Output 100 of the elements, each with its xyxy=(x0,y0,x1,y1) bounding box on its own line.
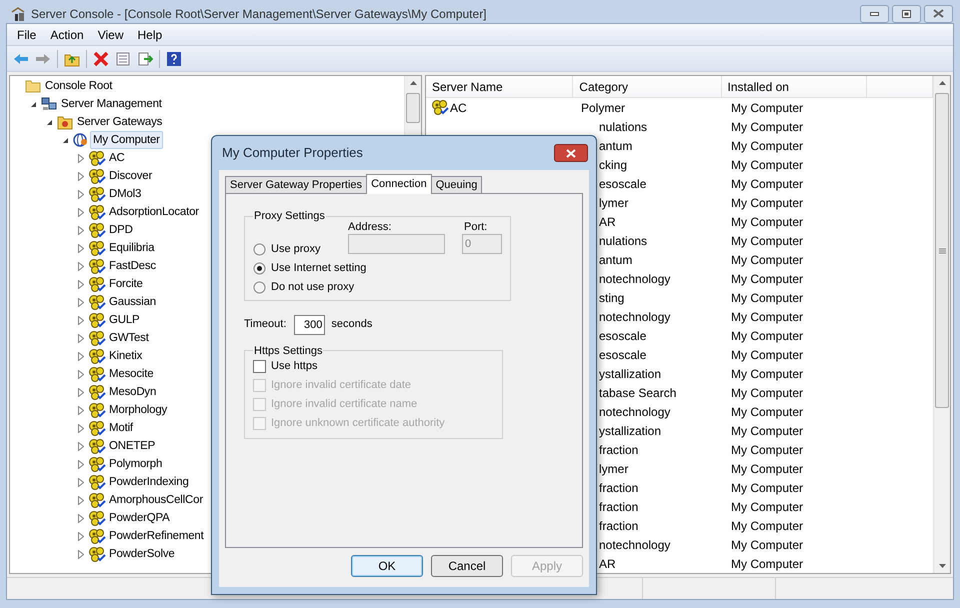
collapsed-arrow-icon[interactable] xyxy=(78,298,84,306)
tree-item[interactable]: AmorphousCellCor xyxy=(106,491,206,509)
back-icon[interactable] xyxy=(13,52,29,64)
tree-item[interactable]: DMol3 xyxy=(106,185,144,203)
dialog-title: My Computer Properties xyxy=(222,144,363,162)
table-cell: My Computer xyxy=(731,480,804,494)
tree-item[interactable]: PowderQPA xyxy=(106,509,173,527)
scrollbar-thumb[interactable] xyxy=(406,93,420,123)
menu-item[interactable]: Action xyxy=(44,26,90,44)
collapsed-arrow-icon[interactable] xyxy=(78,172,84,180)
tree-item[interactable]: MesoDyn xyxy=(106,383,160,401)
tree-item[interactable]: PowderRefinement xyxy=(106,527,207,545)
tree-item[interactable]: AdsorptionLocator xyxy=(106,203,202,221)
menu-item[interactable]: File xyxy=(11,26,42,44)
collapsed-arrow-icon[interactable] xyxy=(78,370,84,378)
close-button[interactable] xyxy=(924,4,953,22)
collapsed-arrow-icon[interactable] xyxy=(78,352,84,360)
scrollbar[interactable] xyxy=(933,76,950,573)
table-cell: sting xyxy=(599,290,624,304)
port-label: Port: xyxy=(464,220,488,234)
tree-item[interactable]: Morphology xyxy=(106,401,170,419)
radio-button[interactable] xyxy=(253,242,266,256)
close-button[interactable] xyxy=(554,144,588,162)
scroll-up-icon[interactable] xyxy=(938,81,946,85)
tree-item[interactable]: My Computer xyxy=(90,131,163,149)
collapsed-arrow-icon[interactable] xyxy=(78,316,84,324)
help-icon[interactable] xyxy=(166,50,182,66)
tree-item[interactable]: Gaussian xyxy=(106,293,159,311)
tree-item[interactable]: DPD xyxy=(106,221,136,239)
table-cell: AR xyxy=(599,214,616,228)
tree-item[interactable]: Server Management xyxy=(58,95,165,113)
tree-item[interactable]: Mesocite xyxy=(106,365,156,383)
group-title: Proxy Settings xyxy=(253,209,326,224)
tree-item[interactable]: PowderIndexing xyxy=(106,473,192,491)
tab[interactable]: Server Gateway Properties xyxy=(225,176,368,194)
menu-item[interactable]: Help xyxy=(132,26,168,44)
table-cell: lymer xyxy=(599,462,628,476)
tree-item[interactable]: Forcite xyxy=(106,275,146,293)
tree-item[interactable]: FastDesc xyxy=(106,257,159,275)
table-cell: notechnology xyxy=(599,538,670,552)
forward-icon[interactable] xyxy=(35,52,51,64)
tree-item[interactable]: Equilibria xyxy=(106,239,158,257)
collapsed-arrow-icon[interactable] xyxy=(78,154,84,162)
menu-item[interactable]: View xyxy=(92,26,130,44)
collapsed-arrow-icon[interactable] xyxy=(78,334,84,342)
radio-button[interactable] xyxy=(253,280,266,294)
tree-item[interactable]: Kinetix xyxy=(106,347,146,365)
collapsed-arrow-icon[interactable] xyxy=(78,478,84,486)
column-header[interactable]: Server Name xyxy=(426,76,574,97)
collapsed-arrow-icon[interactable] xyxy=(78,226,84,234)
table-cell: AR xyxy=(599,556,616,570)
tree-item[interactable]: GULP xyxy=(106,311,143,329)
collapsed-arrow-icon[interactable] xyxy=(78,388,84,396)
tree-item[interactable]: ONETEP xyxy=(106,437,158,455)
tree-item[interactable]: Motif xyxy=(106,419,136,437)
column-header[interactable]: Category xyxy=(573,76,722,97)
tab[interactable]: Connection xyxy=(366,174,432,194)
properties-icon[interactable] xyxy=(115,50,131,66)
minimize-button[interactable] xyxy=(860,4,889,22)
tree-item[interactable]: PowderSolve xyxy=(106,545,178,563)
collapsed-arrow-icon[interactable] xyxy=(78,406,84,414)
table-cell: fraction xyxy=(599,500,638,514)
collapsed-arrow-icon[interactable] xyxy=(78,532,84,540)
tree-item[interactable]: AC xyxy=(106,149,128,167)
collapsed-arrow-icon[interactable] xyxy=(78,190,84,198)
scroll-down-icon[interactable] xyxy=(938,564,946,568)
collapsed-arrow-icon[interactable] xyxy=(78,550,84,558)
expanded-arrow-icon[interactable] xyxy=(62,136,68,144)
radio-button[interactable] xyxy=(253,262,266,274)
tree-item[interactable]: Server Gateways xyxy=(74,113,166,131)
tree-item[interactable]: Console Root xyxy=(42,77,116,95)
delete-icon[interactable] xyxy=(93,50,109,66)
collapsed-arrow-icon[interactable] xyxy=(78,280,84,288)
collapsed-arrow-icon[interactable] xyxy=(78,442,84,450)
scroll-up-icon[interactable] xyxy=(410,81,416,85)
expanded-arrow-icon[interactable] xyxy=(46,118,52,126)
tree-item[interactable]: Discover xyxy=(106,167,156,185)
tree-item[interactable]: GWTest xyxy=(106,329,152,347)
expanded-arrow-icon[interactable] xyxy=(30,100,36,108)
dialog-button[interactable]: Cancel xyxy=(431,555,503,577)
table-cell: My Computer xyxy=(731,158,804,172)
collapsed-arrow-icon[interactable] xyxy=(78,424,84,432)
scrollbar-thumb[interactable] xyxy=(935,93,949,408)
gears-icon xyxy=(88,420,106,436)
maximize-button[interactable] xyxy=(892,4,921,22)
gears-icon xyxy=(88,330,106,346)
tree-item[interactable]: Polymorph xyxy=(106,455,166,473)
collapsed-arrow-icon[interactable] xyxy=(78,496,84,504)
collapsed-arrow-icon[interactable] xyxy=(78,244,84,252)
dialog-button[interactable]: OK xyxy=(351,555,423,577)
export-icon[interactable] xyxy=(137,50,153,66)
timeout-field[interactable]: 300 xyxy=(294,314,326,334)
column-header[interactable]: Installed on xyxy=(722,76,867,97)
collapsed-arrow-icon[interactable] xyxy=(78,208,84,216)
checkbox[interactable] xyxy=(253,360,266,373)
collapsed-arrow-icon[interactable] xyxy=(78,460,84,468)
timeout-label: Timeout: xyxy=(244,317,286,332)
collapsed-arrow-icon[interactable] xyxy=(78,514,84,522)
tab[interactable]: Queuing xyxy=(430,176,482,194)
collapsed-arrow-icon[interactable] xyxy=(78,262,84,270)
